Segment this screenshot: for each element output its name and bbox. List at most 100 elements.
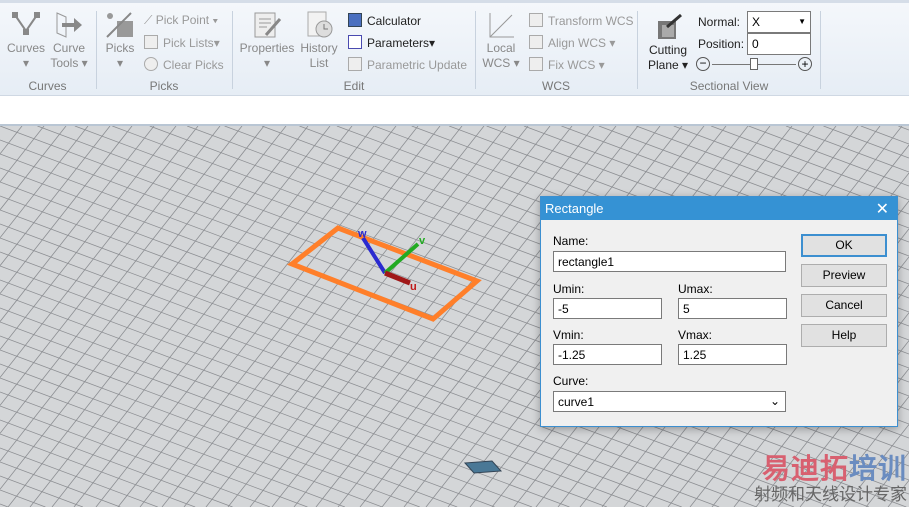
position-input[interactable]: 0 [747, 33, 811, 55]
watermark-text-2: 培训 [848, 453, 907, 484]
name-input[interactable]: rectangle1 [553, 251, 786, 272]
properties-button[interactable]: Properties ▾ [238, 11, 296, 71]
close-icon[interactable]: ✕ [876, 199, 889, 219]
sectional-view-group: Cutting Plane ▾ Normal: X ▼ Position: 0 − … [639, 7, 819, 93]
fix-wcs-label: Fix WCS [548, 58, 596, 72]
clear-picks-icon [144, 57, 158, 71]
divider [232, 11, 233, 89]
divider [96, 11, 97, 89]
position-label: Position: [698, 37, 745, 51]
local-wcs-button[interactable]: Local WCS ▾ [481, 11, 521, 71]
divider [475, 11, 476, 89]
divider [820, 11, 821, 89]
zoom-in-icon[interactable]: + [798, 57, 812, 71]
curves-group-label: Curves [28, 79, 67, 93]
cutting-plane-button[interactable]: Cutting Plane ▾ [643, 13, 693, 73]
sectional-view-group-label: Sectional View [689, 79, 769, 93]
local-wcs-icon [489, 13, 514, 38]
parametric-update-label: Parametric Update [367, 58, 468, 72]
properties-label: Properties [239, 41, 295, 55]
curves-label: Curves [6, 41, 45, 55]
u-axis [384, 270, 411, 286]
curves-icon [12, 12, 40, 35]
curve-value: curve1 [558, 395, 595, 409]
cutting-plane-icon [658, 13, 682, 39]
curves-button[interactable]: Curves ▾ [6, 11, 46, 71]
chevron-down-icon: ▼ [798, 17, 806, 26]
fix-wcs-button[interactable]: Fix WCS ▾ [529, 57, 605, 72]
divider [637, 11, 638, 89]
transform-wcs-button[interactable]: Transform WCS [529, 13, 634, 28]
normal-label: Normal: [698, 15, 741, 29]
wcs-group: Local WCS ▾ Transform WCS Align WCS ▾ Fix… [477, 7, 635, 93]
align-wcs-button[interactable]: Align WCS ▾ [529, 35, 615, 50]
small-object [463, 460, 503, 474]
parameters-label: Parameters [367, 36, 430, 50]
calculator-button[interactable]: Calculator [348, 13, 421, 28]
vmax-input[interactable]: 1.25 [678, 344, 787, 365]
parameters-button[interactable]: Parameters▾ [348, 35, 435, 50]
pick-point-button[interactable]: ⟋ Pick Point ▾ [144, 13, 218, 28]
calculator-icon [348, 13, 362, 27]
umax-label: Umax: [678, 282, 713, 296]
history-label-2: List [309, 56, 329, 70]
clear-picks-button[interactable]: Clear Picks [144, 57, 224, 72]
wcs-group-label: WCS [542, 79, 570, 93]
watermark-subtitle: 射频和天线设计专家 [754, 485, 907, 504]
picks-group: Picks ▾ ⟋ Pick Point ▾ Pick Lists▾ Clear … [98, 7, 230, 93]
chevron-down-icon: ⌄ [769, 394, 780, 408]
curve-tools-label-1: Curve [52, 41, 85, 55]
pick-point-label: Pick Point [155, 13, 210, 27]
properties-icon [254, 12, 282, 38]
align-wcs-label: Align WCS [548, 36, 607, 50]
cutting-plane-label-1: Cutting [648, 43, 688, 57]
fix-wcs-icon [529, 57, 543, 71]
curves-group: Curves ▾ Curve Tools ▾ Curves [0, 7, 95, 93]
u-axis-label: u [410, 281, 417, 293]
calculator-label: Calculator [367, 14, 422, 28]
sub-toolbar [0, 96, 909, 126]
local-wcs-label-1: Local [486, 41, 516, 55]
align-wcs-icon [529, 35, 543, 49]
cancel-button[interactable]: Cancel [801, 294, 887, 317]
normal-select[interactable]: X ▼ [747, 11, 811, 33]
dialog-title: Rectangle [545, 201, 604, 216]
ok-button[interactable]: OK [801, 234, 887, 257]
dialog-titlebar: Rectangle ✕ [541, 197, 897, 220]
vmax-label: Vmax: [678, 328, 713, 342]
curve-tools-button[interactable]: Curve Tools ▾ [48, 11, 90, 71]
history-list-icon [307, 11, 333, 38]
picks-label: Picks [105, 41, 135, 55]
slider-thumb[interactable] [750, 58, 758, 70]
history-label-1: History [300, 41, 338, 55]
clear-picks-label: Clear Picks [163, 58, 224, 72]
pick-point-icon: ⟋ [144, 13, 156, 27]
umax-input[interactable]: 5 [678, 298, 787, 319]
curve-select[interactable]: curve1 ⌄ [553, 391, 786, 412]
picks-icon [106, 12, 133, 38]
position-slider[interactable]: − + [696, 57, 812, 73]
curve-tools-label-2: Tools [50, 56, 79, 70]
preview-button[interactable]: Preview [801, 264, 887, 287]
umin-input[interactable]: -5 [553, 298, 662, 319]
local-wcs-label-2: WCS [482, 56, 511, 70]
cutting-plane-label-2: Plane [647, 58, 679, 72]
parametric-update-button[interactable]: Parametric Update [348, 57, 467, 72]
parametric-update-icon [348, 57, 362, 71]
history-list-button[interactable]: History List [298, 11, 340, 71]
rectangle-dialog: Rectangle ✕ Name: rectangle1 Umin: -5 Uma… [540, 196, 898, 427]
pick-lists-label: Pick Lists [163, 36, 214, 50]
vmin-input[interactable]: -1.25 [553, 344, 662, 365]
watermark: 易迪拓培训 射频和天线设计专家 [754, 453, 907, 505]
parameters-icon [348, 35, 362, 49]
zoom-out-icon[interactable]: − [696, 57, 710, 71]
picks-button[interactable]: Picks ▾ [102, 11, 138, 71]
help-button[interactable]: Help [801, 324, 887, 347]
pick-lists-button[interactable]: Pick Lists▾ [144, 35, 220, 50]
picks-group-label: Picks [149, 79, 179, 93]
edit-group-label: Edit [343, 79, 365, 93]
rectangle-shape [287, 225, 482, 322]
name-label: Name: [553, 234, 589, 248]
v-axis-label: v [419, 235, 426, 247]
umin-label: Umin: [553, 282, 585, 296]
